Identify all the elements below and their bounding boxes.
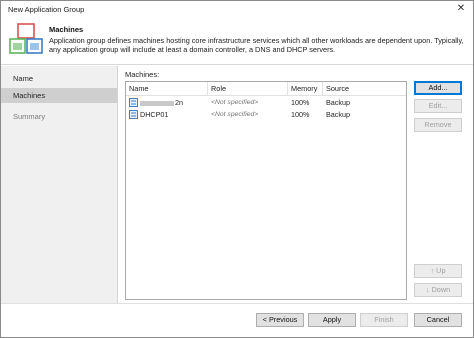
server-icon (129, 98, 138, 107)
down-button[interactable]: ↓ Down (414, 283, 462, 297)
close-button[interactable]: ✕ (453, 2, 469, 16)
column-header-name[interactable]: Name (126, 82, 208, 96)
finish-button[interactable]: Finish (360, 313, 408, 327)
table-header: Name Role Memory Source (126, 82, 406, 96)
edit-button[interactable]: Edit... (414, 99, 462, 113)
application-group-icon (9, 23, 43, 54)
machine-source: Backup (326, 110, 350, 119)
machines-panel: Machines: Name Role Memory Source 2n <No… (118, 66, 473, 303)
column-header-role[interactable]: Role (208, 82, 288, 96)
page-title: Machines (49, 25, 84, 34)
machines-table[interactable]: Name Role Memory Source 2n <Not specifie… (125, 81, 407, 300)
down-label: Down (431, 285, 451, 294)
machine-role: <Not specified> (211, 99, 259, 106)
table-row[interactable]: DHCP01 <Not specified> 100% Backup (126, 109, 406, 120)
page-description: Application group defines machines hosti… (49, 36, 464, 54)
machine-role: <Not specified> (211, 111, 259, 118)
up-label: Up (436, 266, 446, 275)
server-icon (129, 110, 138, 119)
apply-button[interactable]: Apply (308, 313, 356, 327)
sidebar-item-machines[interactable]: Machines (1, 88, 117, 103)
arrow-up-icon: ↑ (430, 266, 435, 275)
machine-name: DHCP01 (140, 110, 169, 119)
machine-memory: 100% (291, 98, 310, 107)
arrow-down-icon: ↓ (425, 285, 430, 294)
wizard-footer: < Previous Apply Finish Cancel (1, 303, 473, 337)
window-title: New Application Group (8, 5, 85, 14)
machines-label: Machines: (125, 70, 160, 79)
remove-button[interactable]: Remove (414, 118, 462, 132)
new-application-group-dialog: New Application Group ✕ Machines Applica… (0, 0, 474, 338)
wizard-steps-sidebar: Name Machines Summary (1, 66, 118, 303)
title-bar: New Application Group ✕ (1, 1, 473, 17)
add-button[interactable]: Add... (414, 81, 462, 95)
up-button[interactable]: ↑ Up (414, 264, 462, 278)
cancel-button[interactable]: Cancel (414, 313, 462, 327)
sidebar-item-name[interactable]: Name (1, 71, 117, 86)
column-header-memory[interactable]: Memory (288, 82, 323, 96)
machine-name: 2n (140, 97, 208, 108)
previous-button[interactable]: < Previous (256, 313, 304, 327)
machine-memory: 100% (291, 110, 310, 119)
table-row[interactable]: 2n <Not specified> 100% Backup (126, 97, 406, 108)
machine-source: Backup (326, 98, 350, 107)
column-header-source[interactable]: Source (323, 82, 406, 96)
sidebar-item-summary[interactable]: Summary (1, 109, 117, 124)
obscured-name (140, 100, 174, 106)
wizard-header: Machines Application group defines machi… (1, 17, 473, 65)
